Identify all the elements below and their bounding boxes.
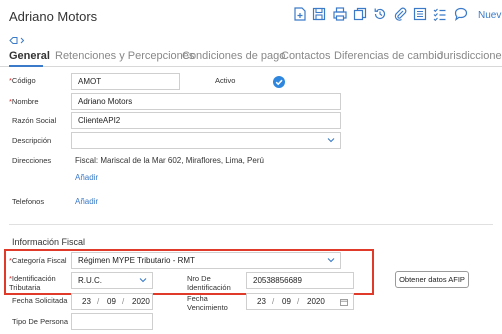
date-separator: /: [97, 297, 100, 306]
fecha-vencimiento-input[interactable]: 23 / 09 / 2020: [246, 293, 354, 310]
date-day: 23: [82, 297, 91, 306]
codigo-input[interactable]: AMOT: [71, 73, 180, 90]
page-title: Adriano Motors: [9, 9, 98, 24]
razon-social-label: Razón Social: [12, 116, 57, 125]
attach-icon[interactable]: [392, 6, 408, 24]
telefonos-label: Telefonos: [12, 197, 45, 206]
identificacion-label: *Identificación Tributaria: [9, 274, 56, 292]
activo-checkbox[interactable]: [273, 76, 285, 88]
tab-jurisdicciones[interactable]: Jurisdicciones: [438, 50, 502, 62]
codigo-label: *Código: [9, 76, 36, 85]
chevron-down-icon: [327, 136, 335, 144]
nombre-input[interactable]: Adriano Motors: [71, 93, 341, 110]
tipo-persona-label: Tipo De Persona: [12, 317, 69, 326]
tipo-persona-input[interactable]: [71, 313, 153, 330]
date-year: 2020: [132, 297, 150, 306]
date-separator: /: [297, 297, 300, 306]
print-icon[interactable]: [332, 6, 348, 24]
date-year: 2020: [307, 297, 325, 306]
nro-identificacion-label: Nro De Identificación: [187, 274, 231, 292]
fecha-solicitada-label: Fecha Solicitada: [12, 296, 68, 305]
add-phone-link[interactable]: Añadir: [75, 197, 98, 206]
identificacion-select[interactable]: R.U.C.: [71, 272, 153, 289]
active-tab-indicator: [9, 65, 43, 67]
tab-diferencias-cambio[interactable]: Diferencias de cambio: [334, 50, 443, 62]
fiscal-section-title: Información Fiscal: [12, 237, 86, 247]
section-divider: [9, 224, 493, 225]
nombre-label: *Nombre: [9, 97, 39, 106]
activo-label: Activo: [215, 76, 236, 85]
fecha-vencimiento-label: Fecha Vencimiento: [187, 294, 228, 312]
tab-bar: General Retenciones y Percepciones Condi…: [0, 47, 502, 67]
date-separator: /: [122, 297, 125, 306]
tab-contactos[interactable]: Contactos: [281, 50, 331, 62]
new-document-icon[interactable]: [292, 6, 308, 24]
identificacion-value: R.U.C.: [78, 276, 102, 285]
date-month: 09: [107, 297, 116, 306]
fecha-solicitada-input[interactable]: 23 / 09 / 2020: [71, 293, 153, 310]
header: Adriano Motors Nuev: [0, 0, 502, 34]
tab-retenciones[interactable]: Retenciones y Percepciones: [55, 50, 194, 62]
new-button[interactable]: Nuev: [478, 10, 501, 21]
direccion-value: Fiscal: Mariscal de la Mar 602, Miraflor…: [75, 156, 264, 165]
calendar-icon[interactable]: [340, 298, 348, 306]
obtener-datos-afip-button[interactable]: Obtener datos AFIP: [395, 271, 469, 288]
categoria-fiscal-value: Régimen MYPE Tributario - RMT: [78, 256, 195, 265]
date-day: 23: [257, 297, 266, 306]
save-icon[interactable]: [311, 6, 327, 24]
history-icon[interactable]: [372, 6, 388, 24]
copy-icon[interactable]: [352, 6, 368, 24]
chevron-down-icon: [327, 256, 335, 264]
comment-icon[interactable]: [453, 6, 469, 24]
checklist-icon[interactable]: [432, 6, 448, 24]
tab-general[interactable]: General: [9, 50, 50, 62]
nro-identificacion-input[interactable]: 20538856689: [246, 272, 354, 289]
razon-social-input[interactable]: ClienteAPI2: [71, 112, 341, 129]
list-icon[interactable]: [412, 6, 428, 24]
add-address-link[interactable]: Añadir: [75, 173, 98, 182]
date-separator: /: [272, 297, 275, 306]
date-month: 09: [282, 297, 291, 306]
descripcion-label: Descripción: [12, 136, 52, 145]
descripcion-select[interactable]: [71, 132, 341, 149]
categoria-fiscal-label: *Categoría Fiscal: [9, 256, 67, 265]
tab-condiciones-pago[interactable]: Condiciones de pago: [182, 50, 285, 62]
chevron-down-icon: [139, 276, 147, 284]
categoria-fiscal-select[interactable]: Régimen MYPE Tributario - RMT: [71, 252, 341, 269]
direcciones-label: Direcciones: [12, 156, 52, 165]
